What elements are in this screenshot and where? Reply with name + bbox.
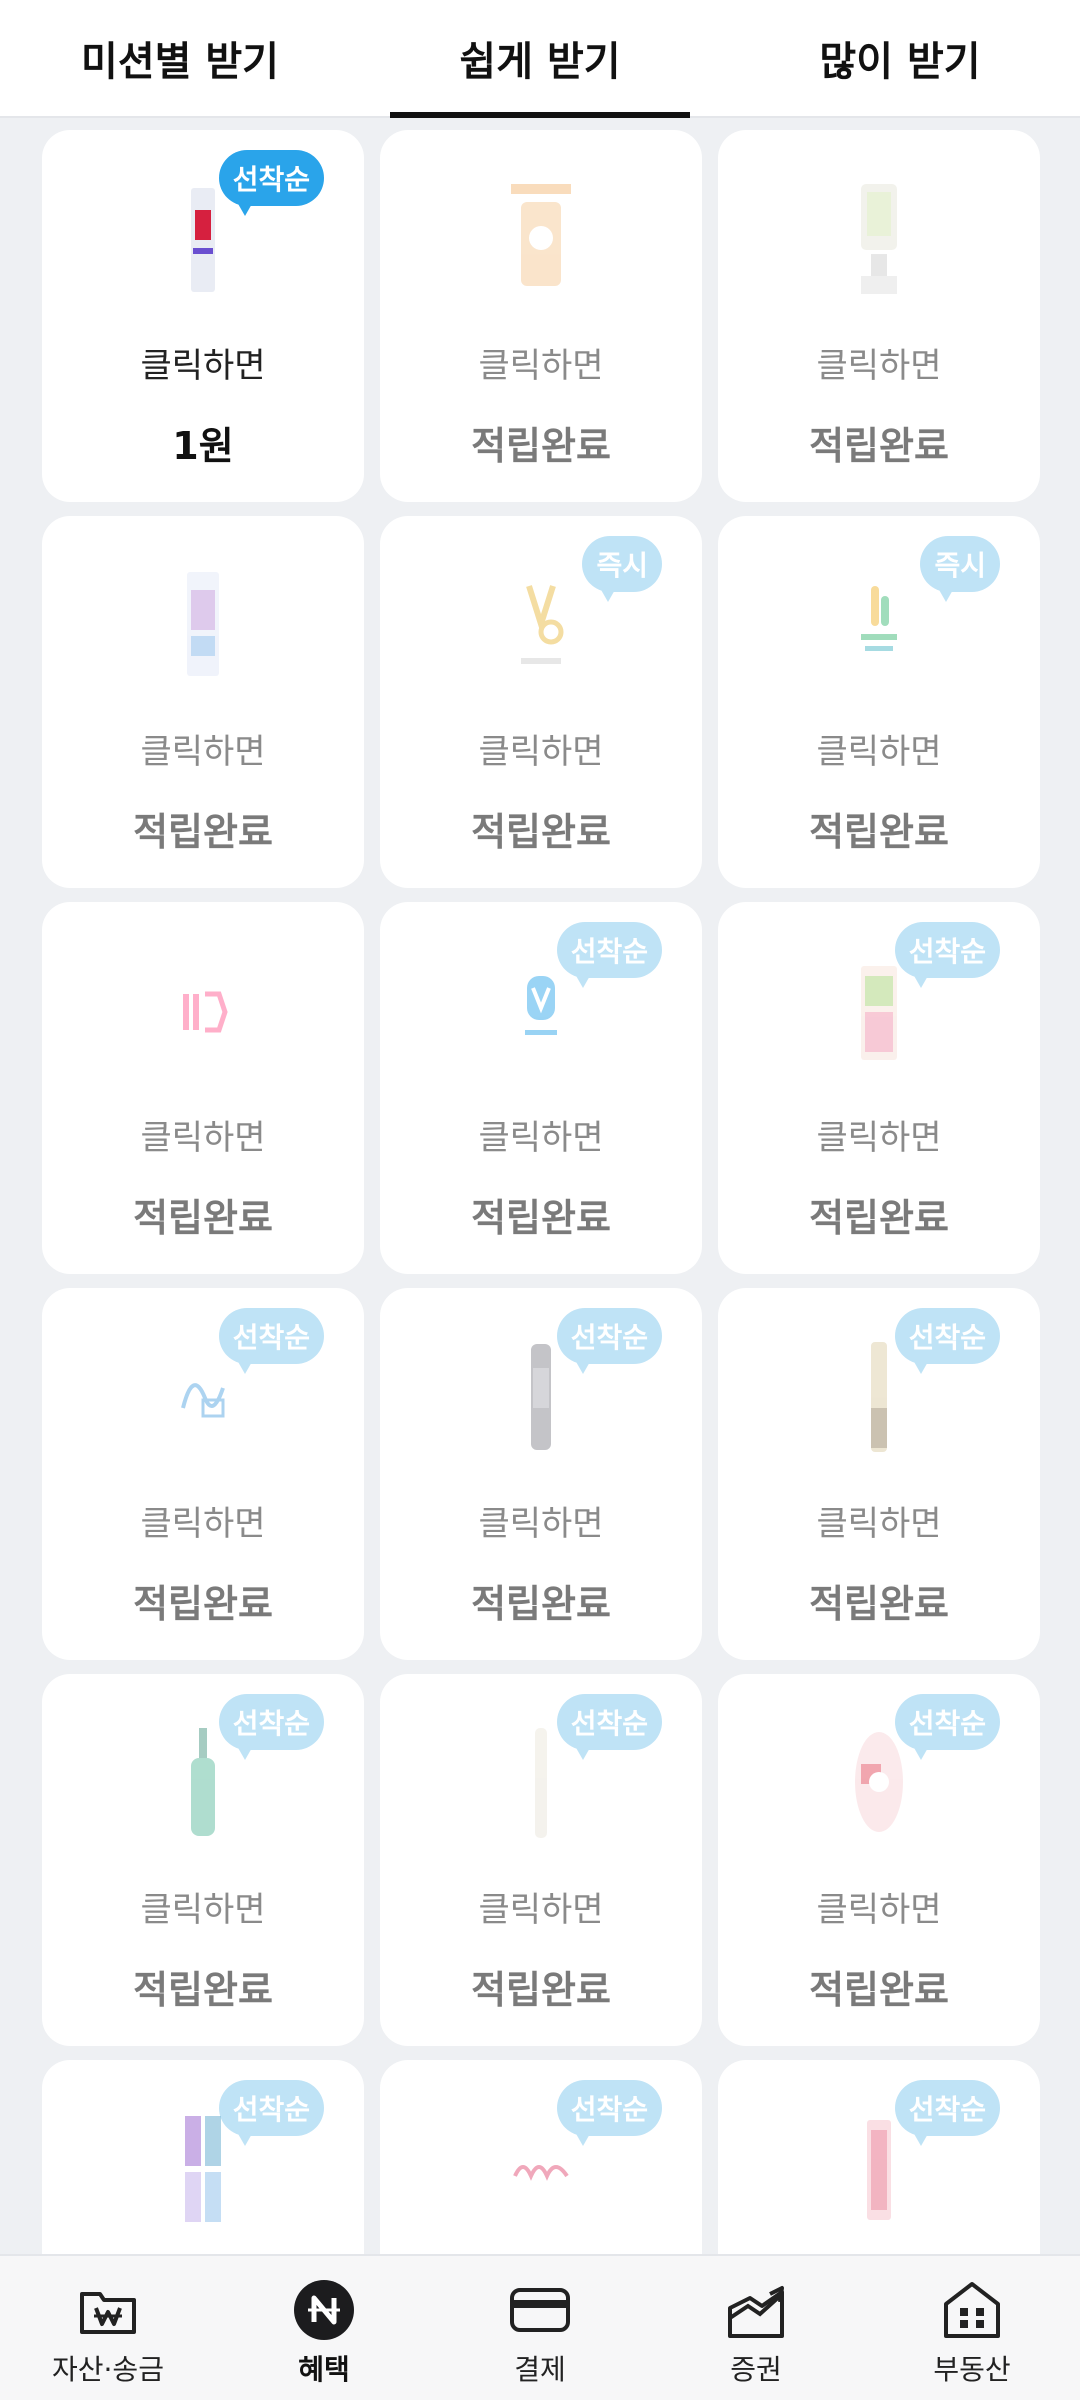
nav-label: 부동산 [933, 2353, 1011, 2386]
badge: 선착순 [218, 150, 324, 216]
reward-card[interactable]: 선착순 클릭하면 1원 [42, 130, 364, 502]
reward-card[interactable]: 클릭하면 적립완료 [718, 130, 1040, 502]
reward-card[interactable]: 선착순 클릭하면 적립완료 [718, 1288, 1040, 1660]
card-value: 적립완료 [809, 1968, 949, 2012]
brand-logo-icon [471, 952, 611, 1072]
card-value: 적립완료 [809, 424, 949, 468]
bottom-navigation: 자산·송금 혜택 결제 증권 부동산 [0, 2254, 1080, 2400]
reward-card[interactable]: 클릭하면 적립완료 [42, 516, 364, 888]
product-icon [809, 952, 949, 1072]
reward-card[interactable]: 클릭하면 적립완료 [42, 902, 364, 1274]
wallet-folder-icon [80, 2292, 136, 2334]
brand-logo-icon [809, 566, 949, 686]
product-icon [471, 1338, 611, 1458]
product-icon [133, 566, 273, 686]
nav-payment[interactable]: 결제 [432, 2256, 648, 2400]
card-caption: 클릭하면 [816, 1118, 942, 1158]
reward-card[interactable]: 즉시 클릭하면 적립완료 [380, 516, 702, 888]
reward-card[interactable]: 선착순 클릭하면 적립완료 [718, 902, 1040, 1274]
product-icon [471, 180, 611, 300]
reward-card-grid: 선착순 클릭하면 1원 클릭하면 적립완료 클릭하면 적립완료 클릭하면 적립완… [42, 130, 1040, 2400]
card-caption: 클릭하면 [140, 1118, 266, 1158]
card-caption: 클릭하면 [816, 1504, 942, 1544]
card-caption: 클릭하면 [478, 1890, 604, 1930]
tab-mission[interactable]: 미션별 받기 [0, 0, 360, 116]
nav-benefits[interactable]: 혜택 [216, 2256, 432, 2400]
card-caption: 클릭하면 [140, 346, 266, 386]
card-caption: 클릭하면 [478, 732, 604, 772]
product-icon [471, 1724, 611, 1844]
product-icon [809, 1724, 949, 1844]
card-value: 적립완료 [809, 1582, 949, 1626]
brand-logo-icon [133, 1338, 273, 1458]
card-value: 적립완료 [471, 424, 611, 468]
card-value: 적립완료 [133, 1582, 273, 1626]
house-icon [944, 2282, 1000, 2338]
brand-logo-icon [133, 952, 273, 1072]
card-caption: 클릭하면 [478, 1118, 604, 1158]
card-caption: 클릭하면 [816, 732, 942, 772]
product-icon [133, 2110, 273, 2230]
reward-card[interactable]: 클릭하면 적립완료 [380, 130, 702, 502]
card-value: 1원 [172, 424, 234, 468]
product-icon [133, 1724, 273, 1844]
card-caption: 클릭하면 [478, 1504, 604, 1544]
nav-assets-transfer[interactable]: 자산·송금 [0, 2256, 216, 2400]
card-icon [510, 2288, 570, 2332]
card-caption: 클릭하면 [140, 1504, 266, 1544]
card-value: 적립완료 [809, 1196, 949, 1240]
tab-many[interactable]: 많이 받기 [720, 0, 1080, 116]
reward-card[interactable]: 즉시 클릭하면 적립완료 [718, 516, 1040, 888]
card-caption: 클릭하면 [140, 732, 266, 772]
reward-card[interactable]: 선착순 클릭하면 적립완료 [380, 902, 702, 1274]
card-value: 적립완료 [471, 810, 611, 854]
card-caption: 클릭하면 [816, 346, 942, 386]
card-value: 적립완료 [471, 1968, 611, 2012]
card-value: 적립완료 [133, 810, 273, 854]
product-icon [809, 1338, 949, 1458]
top-tab-bar: 미션별 받기 쉽게 받기 많이 받기 [0, 0, 1080, 118]
product-icon [809, 2110, 949, 2230]
card-caption: 클릭하면 [478, 346, 604, 386]
nav-stocks[interactable]: 증권 [648, 2256, 864, 2400]
card-caption: 클릭하면 [140, 1890, 266, 1930]
benefit-coin-icon [294, 2280, 354, 2340]
reward-card[interactable]: 선착순 클릭하면 적립완료 [380, 1288, 702, 1660]
reward-card[interactable]: 선착순 클릭하면 적립완료 [380, 1674, 702, 2046]
brand-logo-icon [471, 566, 611, 686]
nav-label: 증권 [730, 2353, 782, 2386]
reward-card[interactable]: 선착순 클릭하면 적립완료 [718, 1674, 1040, 2046]
reward-card[interactable]: 선착순 클릭하면 적립완료 [42, 1288, 364, 1660]
nav-real-estate[interactable]: 부동산 [864, 2256, 1080, 2400]
card-caption: 클릭하면 [816, 1890, 942, 1930]
brand-logo-icon [471, 2110, 611, 2230]
card-value: 적립완료 [133, 1196, 273, 1240]
nav-label: 혜택 [298, 2353, 350, 2386]
tab-easy[interactable]: 쉽게 받기 [360, 0, 720, 118]
card-value: 적립완료 [809, 810, 949, 854]
reward-card[interactable]: 선착순 클릭하면 적립완료 [42, 1674, 364, 2046]
card-value: 적립완료 [471, 1196, 611, 1240]
card-value: 적립완료 [471, 1582, 611, 1626]
stock-chart-icon [728, 2286, 784, 2338]
card-value: 적립완료 [133, 1968, 273, 2012]
product-icon [809, 180, 949, 300]
nav-label: 자산·송금 [52, 2353, 164, 2386]
nav-label: 결제 [514, 2353, 566, 2386]
